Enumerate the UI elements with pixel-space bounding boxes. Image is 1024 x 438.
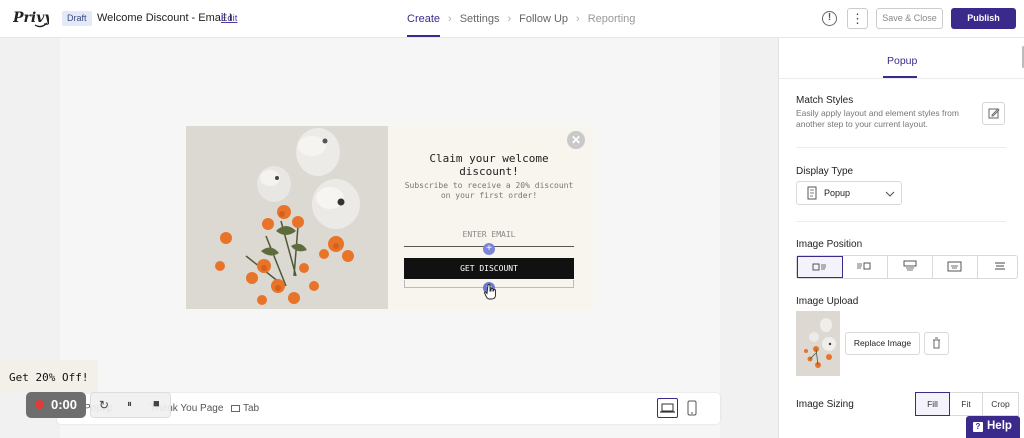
- image-upload-title: Image Upload: [796, 296, 859, 307]
- step-navigation: Create › Settings › Follow Up › Reportin…: [407, 0, 635, 38]
- divider: [779, 78, 1024, 79]
- desktop-preview-button[interactable]: [657, 398, 678, 418]
- email-field[interactable]: ENTER EMAIL: [404, 230, 574, 239]
- save-close-button[interactable]: Save & Close: [876, 8, 943, 29]
- help-button[interactable]: ? Help: [966, 416, 1020, 438]
- restart-icon[interactable]: ↻: [99, 398, 109, 412]
- close-icon[interactable]: ✕: [567, 131, 585, 149]
- stop-icon[interactable]: ■: [153, 398, 160, 410]
- campaign-title: Welcome Discount - Email I: [97, 12, 232, 24]
- sizing-fill-option[interactable]: Fill: [915, 392, 950, 416]
- settings-panel: Popup Match Styles Easily apply layout a…: [778, 38, 1024, 438]
- status-badge: Draft: [62, 11, 92, 26]
- more-options-button[interactable]: ⋮: [847, 8, 868, 29]
- step-reporting[interactable]: Reporting: [588, 0, 636, 38]
- step-settings[interactable]: Settings: [460, 0, 500, 38]
- edit-title-link[interactable]: Edit: [221, 13, 237, 24]
- pause-icon[interactable]: ⏸: [127, 399, 132, 410]
- tab-tab-label: Tab: [243, 403, 260, 414]
- match-styles-button[interactable]: [982, 102, 1005, 125]
- tab-popup-settings[interactable]: Popup: [887, 55, 917, 67]
- divider: [796, 147, 1006, 148]
- chevron-right-icon: ›: [576, 13, 580, 25]
- sizing-fit-option[interactable]: Fit: [950, 392, 983, 416]
- delete-image-button[interactable]: [924, 332, 949, 355]
- step-follow-up[interactable]: Follow Up: [519, 0, 568, 38]
- text-only-icon: [995, 262, 1005, 270]
- vases-flowers-illustration: [186, 126, 388, 309]
- record-indicator-icon: [35, 400, 44, 409]
- divider: [796, 221, 1006, 222]
- sizing-crop-option[interactable]: Crop: [983, 392, 1019, 416]
- image-top-icon: [903, 260, 917, 271]
- match-styles-description: Easily apply layout and element styles f…: [796, 108, 959, 129]
- tab-icon: [231, 405, 240, 412]
- match-styles-title: Match Styles: [796, 95, 854, 106]
- privy-logo[interactable]: Privy: [13, 7, 49, 29]
- image-top-option[interactable]: [888, 256, 933, 278]
- add-element-icon[interactable]: +: [483, 243, 495, 255]
- laptop-icon: [660, 403, 675, 413]
- mobile-preview-icon[interactable]: [684, 398, 700, 418]
- hand-cursor-icon: [484, 284, 496, 300]
- display-type-title: Display Type: [796, 166, 854, 177]
- image-sizing-selector: Fill Fit Crop: [915, 392, 1019, 416]
- screen-recorder-timer[interactable]: 0:00: [26, 392, 86, 418]
- image-thumbnail[interactable]: [796, 311, 840, 376]
- image-right-icon: [857, 262, 871, 270]
- step-create[interactable]: Create: [407, 0, 441, 38]
- popup-image[interactable]: [186, 126, 388, 309]
- tab-tab[interactable]: Tab: [231, 403, 259, 414]
- image-left-option[interactable]: [797, 256, 843, 278]
- popup-headline[interactable]: Claim your welcome discount!: [404, 152, 574, 178]
- publish-button[interactable]: Publish: [951, 8, 1016, 29]
- pencil-edit-icon: [988, 108, 1000, 119]
- image-right-option[interactable]: [843, 256, 888, 278]
- image-background-icon: [947, 261, 962, 272]
- display-type-select[interactable]: Popup: [796, 181, 902, 205]
- help-icon: ?: [973, 422, 983, 432]
- document-icon: [807, 186, 817, 200]
- image-background-option[interactable]: [933, 256, 978, 278]
- help-label: Help: [987, 420, 1012, 432]
- recorder-time: 0:00: [51, 397, 78, 412]
- top-bar: Privy Draft Welcome Discount - Email I E…: [0, 0, 1024, 38]
- image-sizing-title: Image Sizing: [796, 399, 854, 410]
- trash-icon: [933, 337, 940, 349]
- replace-image-button[interactable]: Replace Image: [845, 332, 920, 355]
- info-icon[interactable]: !: [822, 11, 837, 26]
- display-type-value: Popup: [824, 188, 851, 198]
- image-position-selector: [796, 255, 1018, 279]
- recorder-controls: ↻ ⏸ ■: [90, 392, 171, 418]
- chevron-down-icon: [885, 191, 895, 197]
- svg-text:Privy: Privy: [13, 10, 49, 26]
- chevron-right-icon: ›: [448, 13, 452, 25]
- teaser-tab[interactable]: Get 20% Off!: [0, 360, 98, 394]
- image-position-title: Image Position: [796, 239, 863, 250]
- popup-subheadline[interactable]: Subscribe to receive a 20% discount on y…: [404, 181, 574, 201]
- no-image-option[interactable]: [978, 256, 1022, 278]
- get-discount-button[interactable]: GET DISCOUNT: [404, 258, 574, 279]
- image-left-icon: [812, 263, 826, 271]
- vases-flowers-thumbnail: [796, 311, 840, 376]
- chevron-right-icon: ›: [507, 13, 512, 25]
